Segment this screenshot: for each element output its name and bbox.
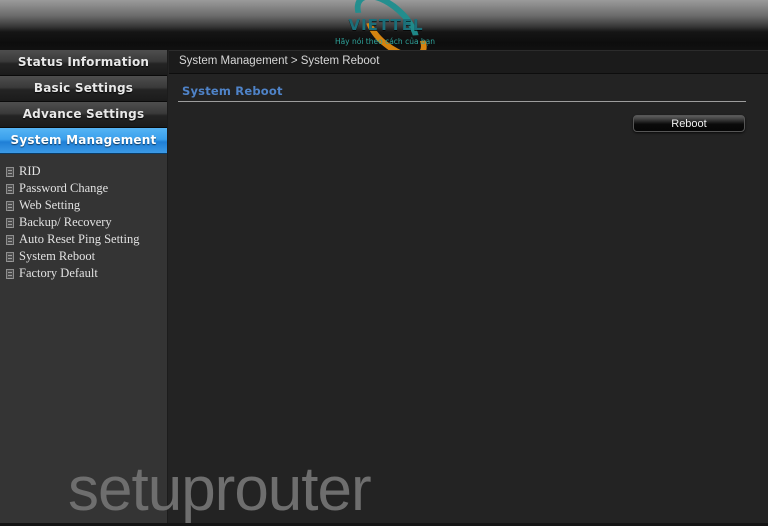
submenu-item-web-setting[interactable]: Web Setting bbox=[6, 197, 167, 214]
sidebar-item-advance-settings[interactable]: Advance Settings bbox=[0, 102, 167, 128]
sidebar-item-status-information[interactable]: Status Information bbox=[0, 50, 167, 76]
section-divider bbox=[178, 101, 746, 102]
submenu-item-label: Auto Reset Ping Setting bbox=[19, 232, 140, 246]
page-header: VIETTEL Hãy nói theo cách của bạn bbox=[0, 0, 768, 50]
submenu-item-label: RID bbox=[19, 164, 41, 178]
document-icon bbox=[6, 268, 14, 279]
logo-tagline: Hãy nói theo cách của bạn bbox=[334, 37, 436, 46]
submenu-item-rid[interactable]: RID bbox=[6, 163, 167, 180]
sidebar-submenu: RID Password Change Web Setting Backup/ … bbox=[0, 163, 167, 282]
logo-wordmark: VIETTEL bbox=[348, 16, 424, 34]
sidebar-item-basic-settings[interactable]: Basic Settings bbox=[0, 76, 167, 102]
viettel-logo: VIETTEL Hãy nói theo cách của bạn bbox=[334, 0, 437, 50]
submenu-item-label: Factory Default bbox=[19, 266, 98, 280]
submenu-item-auto-reset-ping-setting[interactable]: Auto Reset Ping Setting bbox=[6, 231, 167, 248]
document-icon bbox=[6, 251, 14, 262]
submenu-item-backup-recovery[interactable]: Backup/ Recovery bbox=[6, 214, 167, 231]
reboot-button[interactable]: Reboot bbox=[633, 115, 745, 132]
submenu-item-password-change[interactable]: Password Change bbox=[6, 180, 167, 197]
submenu-item-label: Backup/ Recovery bbox=[19, 215, 112, 229]
router-admin-page: VIETTEL Hãy nói theo cách của bạn Status… bbox=[0, 0, 768, 526]
submenu-item-label: Web Setting bbox=[19, 198, 81, 212]
main-content: System Management > System Reboot System… bbox=[169, 50, 768, 526]
breadcrumb-text: System Management > System Reboot bbox=[179, 55, 380, 67]
document-icon bbox=[6, 166, 14, 177]
sidebar-item-system-management[interactable]: System Management bbox=[0, 128, 167, 154]
sidebar: Status Information Basic Settings Advanc… bbox=[0, 50, 168, 523]
page-title: System Reboot bbox=[182, 84, 283, 98]
submenu-item-label: System Reboot bbox=[19, 249, 96, 263]
document-icon bbox=[6, 217, 14, 228]
submenu-item-system-reboot[interactable]: System Reboot bbox=[6, 248, 167, 265]
reboot-action-row: Reboot bbox=[169, 114, 745, 132]
document-icon bbox=[6, 234, 14, 245]
submenu-item-factory-default[interactable]: Factory Default bbox=[6, 265, 167, 282]
document-icon bbox=[6, 200, 14, 211]
breadcrumb: System Management > System Reboot bbox=[169, 50, 768, 74]
document-icon bbox=[6, 183, 14, 194]
submenu-item-label: Password Change bbox=[19, 181, 109, 195]
